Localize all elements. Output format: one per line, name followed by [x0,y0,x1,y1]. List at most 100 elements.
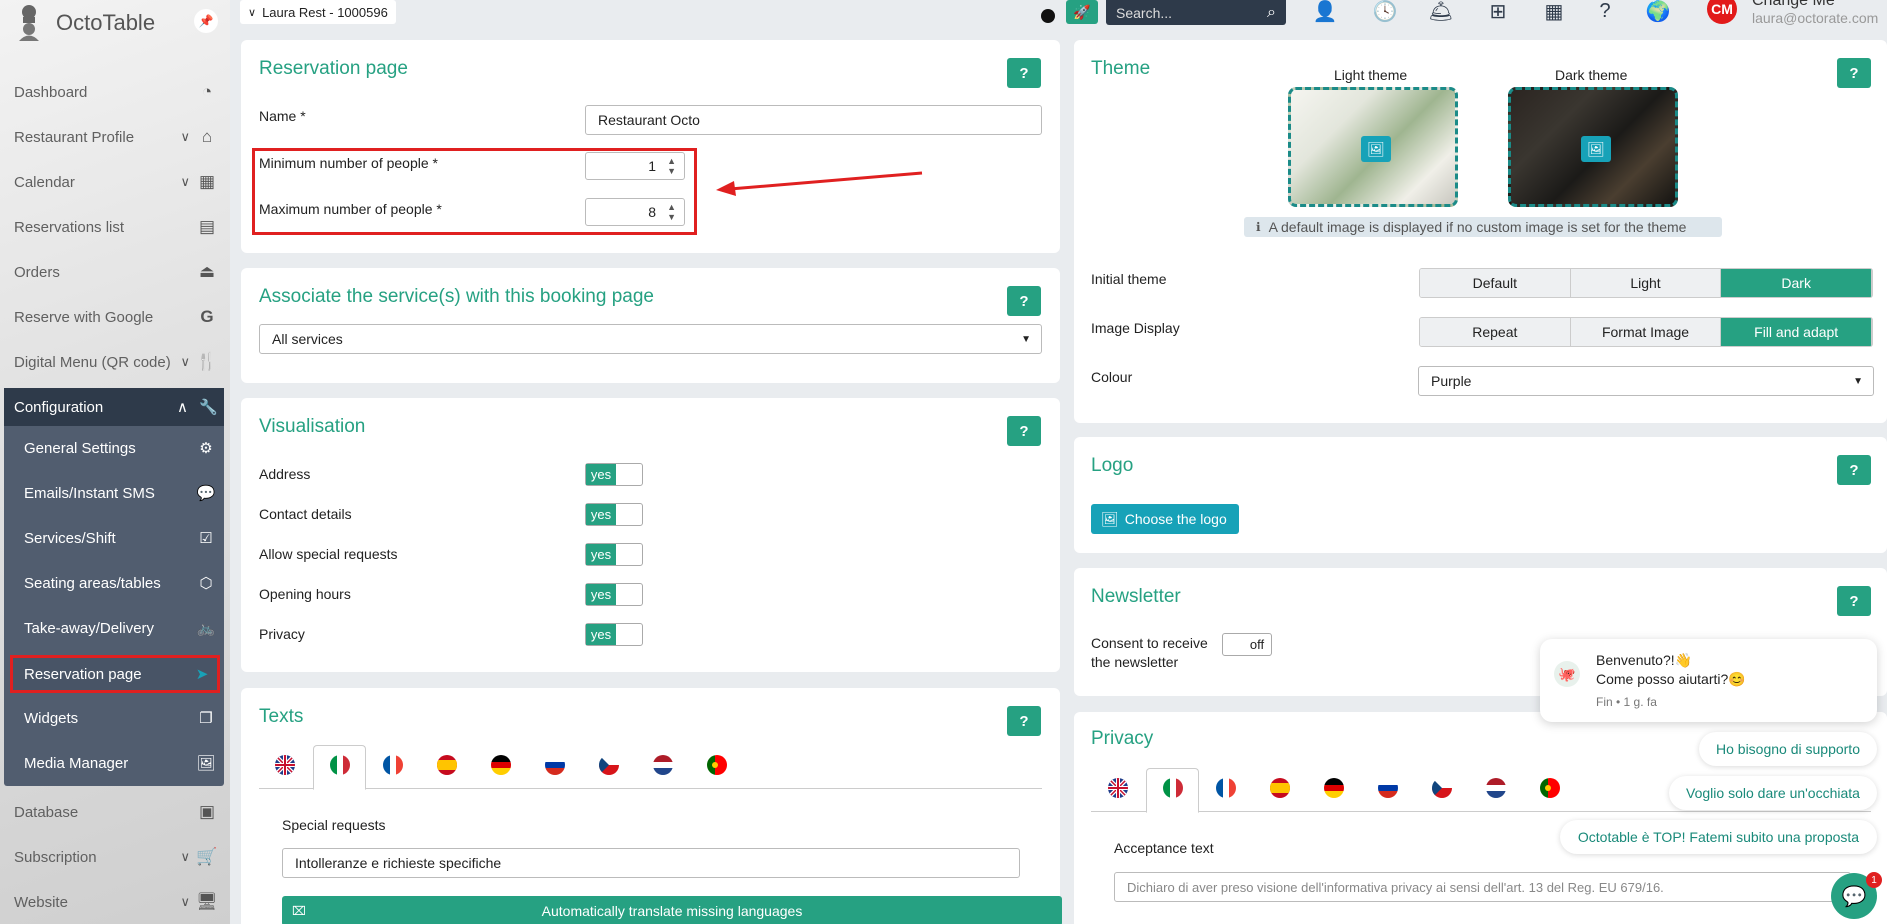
app-logo[interactable]: OctoTable [12,0,155,46]
restaurant-selector[interactable]: ∨ Laura Rest - 1000596 [240,0,396,24]
address-toggle[interactable]: yes [585,463,643,486]
germany-flag-icon[interactable] [1324,778,1344,798]
dark-theme-image[interactable]: 🖼 [1508,87,1678,207]
option-format-image[interactable]: Format Image [1570,318,1722,346]
help-button[interactable]: ? [1007,416,1041,446]
uk-flag-icon[interactable] [275,755,295,775]
help-button[interactable]: ? [1007,286,1041,316]
submenu-item-widgets[interactable]: Widgets ❐ [4,699,224,737]
privacy-toggle[interactable]: yes [585,623,643,646]
status-dot [1041,9,1055,23]
name-input[interactable]: Restaurant Octo [585,105,1042,135]
option-repeat[interactable]: Repeat [1420,318,1571,346]
france-flag-icon[interactable] [383,755,403,775]
address-label: Address [259,466,311,482]
submenu-item-general-settings[interactable]: General Settings ⚙ [4,429,224,467]
card-title: Visualisation [259,416,366,437]
sidebar-item-calendar[interactable]: Calendar ∨ ▦ [0,163,230,201]
clock-icon[interactable]: 🕓 [1368,0,1402,23]
option-fill-adapt[interactable]: Fill and adapt [1721,318,1872,346]
stepper-arrows-icon[interactable]: ▲ ▼ [667,202,676,222]
stepper-arrows-icon[interactable]: ▲ ▼ [667,156,676,176]
colour-select[interactable]: Purple ▼ [1418,366,1874,396]
initial-theme-label: Initial theme [1091,271,1167,287]
light-theme-image[interactable]: 🖼 [1288,87,1458,207]
special-requests-input[interactable]: Intolleranze e richieste specifiche [282,848,1020,878]
sidebar-item-label: Database [14,803,79,821]
submenu-item-media-manager[interactable]: Media Manager 🖼 [4,744,224,782]
opening-hours-toggle[interactable]: yes [585,583,643,606]
uk-flag-icon[interactable] [1108,778,1128,798]
option-dark[interactable]: Dark [1721,269,1872,297]
globe-icon[interactable]: 🌍 [1641,0,1675,23]
france-flag-icon[interactable] [1216,778,1236,798]
netherlands-flag-icon[interactable] [1486,778,1506,798]
submenu-item-label: Media Manager [24,754,129,772]
sidebar-item-reserve-google[interactable]: Reserve with Google G [0,298,230,336]
sitemap-icon[interactable]: ⊞ [1481,0,1515,23]
chat-option-support[interactable]: Ho bisogno di supporto [1699,732,1877,766]
chevron-down-icon: ∨ [180,849,190,864]
submenu-item-reservation-page[interactable]: Reservation page ➤ [10,655,220,693]
user-name[interactable]: Change Me [1752,0,1835,10]
choose-logo-button[interactable]: 🖼 Choose the logo [1091,504,1239,534]
italy-flag-icon[interactable] [1163,778,1183,798]
question-icon[interactable]: ? [1588,0,1622,22]
sidebar-item-database[interactable]: Database ▣ [0,793,230,831]
spain-flag-icon[interactable] [1270,778,1290,798]
germany-flag-icon[interactable] [491,755,511,775]
sidebar-item-subscription[interactable]: Subscription ∨ 🛒 [0,838,230,876]
max-people-value: 8 [648,204,656,220]
sidebar-item-orders[interactable]: Orders ⏏ [0,253,230,291]
contact-toggle[interactable]: yes [585,503,643,526]
choose-logo-label: Choose the logo [1124,511,1227,527]
portugal-flag-icon[interactable] [1540,778,1560,798]
russia-flag-icon[interactable] [545,755,565,775]
copy-icon: ❐ [199,710,213,727]
help-button[interactable]: ? [1007,58,1041,88]
services-select[interactable]: All services ▼ [259,324,1042,354]
service-bell-icon[interactable]: 🛎 [1424,0,1458,23]
newsletter-consent-label: Consent to receive [1091,635,1208,651]
pin-sidebar-button[interactable]: 📌 [194,9,218,33]
help-button[interactable]: ? [1007,706,1041,736]
czech-flag-icon[interactable] [599,755,619,775]
netherlands-flag-icon[interactable] [653,755,673,775]
dashboard-icon: ◔ [201,82,213,101]
spain-flag-icon[interactable] [437,755,457,775]
sidebar-item-restaurant-profile[interactable]: Restaurant Profile ∨ ⌂ [0,118,230,156]
search-input[interactable]: Search... ⌕ [1106,0,1286,25]
translate-button[interactable]: ⌧ Automatically translate missing languag… [282,896,1062,924]
sidebar-item-configuration[interactable]: Configuration ∧ 🔧 [4,388,224,426]
min-people-input[interactable]: 1 ▲ ▼ [585,152,685,180]
help-button[interactable]: ? [1837,58,1871,88]
chat-greeting-1: Benvenuto?!👋 [1596,652,1693,668]
submenu-item-takeaway[interactable]: Take-away/Delivery 🚲 [4,609,224,647]
russia-flag-icon[interactable] [1378,778,1398,798]
option-light[interactable]: Light [1570,269,1722,297]
chat-message-card[interactable]: 🐙 Benvenuto?!👋 Come posso aiutarti?😊 Fin… [1540,639,1877,722]
submenu-item-seating-areas[interactable]: Seating areas/tables ⬡ [4,564,224,602]
sidebar-item-digital-menu[interactable]: Digital Menu (QR code) ∨ 🍴 [0,343,230,381]
option-default[interactable]: Default [1420,269,1571,297]
add-user-icon[interactable]: 👤 [1308,0,1342,23]
sidebar-item-website[interactable]: Website ∨ 🖥 [0,883,230,921]
help-button[interactable]: ? [1837,455,1871,485]
italy-flag-icon[interactable] [330,755,350,775]
acceptance-text-input[interactable]: Dichiaro di aver preso visione dell'info… [1114,872,1851,902]
help-button[interactable]: ? [1837,586,1871,616]
calculator-icon[interactable]: ▦ [1537,0,1571,23]
portugal-flag-icon[interactable] [707,755,727,775]
czech-flag-icon[interactable] [1432,778,1452,798]
chat-option-proposal[interactable]: Octotable è TOP! Fatemi subito una propo… [1560,820,1877,854]
newsletter-toggle[interactable]: off [1222,633,1272,656]
sidebar-item-reservations-list[interactable]: Reservations list ▤ [0,208,230,246]
sidebar-item-dashboard[interactable]: Dashboard ◔ [0,73,230,111]
submenu-item-emails-sms[interactable]: Emails/Instant SMS 💬 [4,474,224,512]
chat-option-browse[interactable]: Voglio solo dare un'occhiata [1669,776,1877,810]
rocket-button[interactable]: 🚀 [1066,0,1098,24]
submenu-item-services-shift[interactable]: Services/Shift ☑ [4,519,224,557]
image-icon: 🖼 [196,755,216,772]
max-people-input[interactable]: 8 ▲ ▼ [585,198,685,226]
special-requests-toggle[interactable]: yes [585,543,643,566]
